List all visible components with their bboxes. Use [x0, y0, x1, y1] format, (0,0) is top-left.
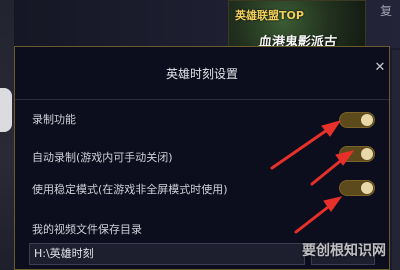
toggle-record[interactable]	[339, 112, 375, 128]
settings-dialog: 英雄时刻设置 ✕ 录制功能 自动录制(游戏内可手动关闭) 使用稳定模式(在游戏非…	[14, 46, 390, 270]
setting-label-record: 录制功能	[32, 113, 76, 126]
background-right-strip	[392, 50, 400, 270]
background-right-text: 复	[380, 4, 393, 18]
promo-banner[interactable]: 英雄联盟TOP 血港鬼影派古	[228, 0, 366, 52]
watermark: 要创根知识网	[302, 243, 386, 259]
toggle-knob	[361, 148, 373, 160]
toggle-auto-record[interactable]	[339, 146, 375, 162]
banner-logo: 英雄联盟TOP	[235, 9, 304, 22]
save-dir-label: 我的视频文件保存目录	[32, 223, 142, 236]
toggle-stable-mode[interactable]	[339, 180, 375, 196]
setting-label-stable-mode: 使用稳定模式(在游戏非全屏模式时使用)	[32, 183, 228, 196]
toggle-knob	[361, 114, 373, 126]
side-scroll-handle[interactable]	[0, 88, 12, 132]
background-left-strip	[0, 0, 14, 270]
setting-label-auto-record: 自动录制(游戏内可手动关闭)	[32, 151, 173, 164]
toggle-knob	[361, 182, 373, 194]
title-divider	[15, 99, 389, 100]
save-dir-input[interactable]: H:\英雄时刻	[29, 243, 305, 265]
dialog-title: 英雄时刻设置	[165, 67, 238, 81]
close-icon[interactable]: ✕	[373, 61, 387, 75]
